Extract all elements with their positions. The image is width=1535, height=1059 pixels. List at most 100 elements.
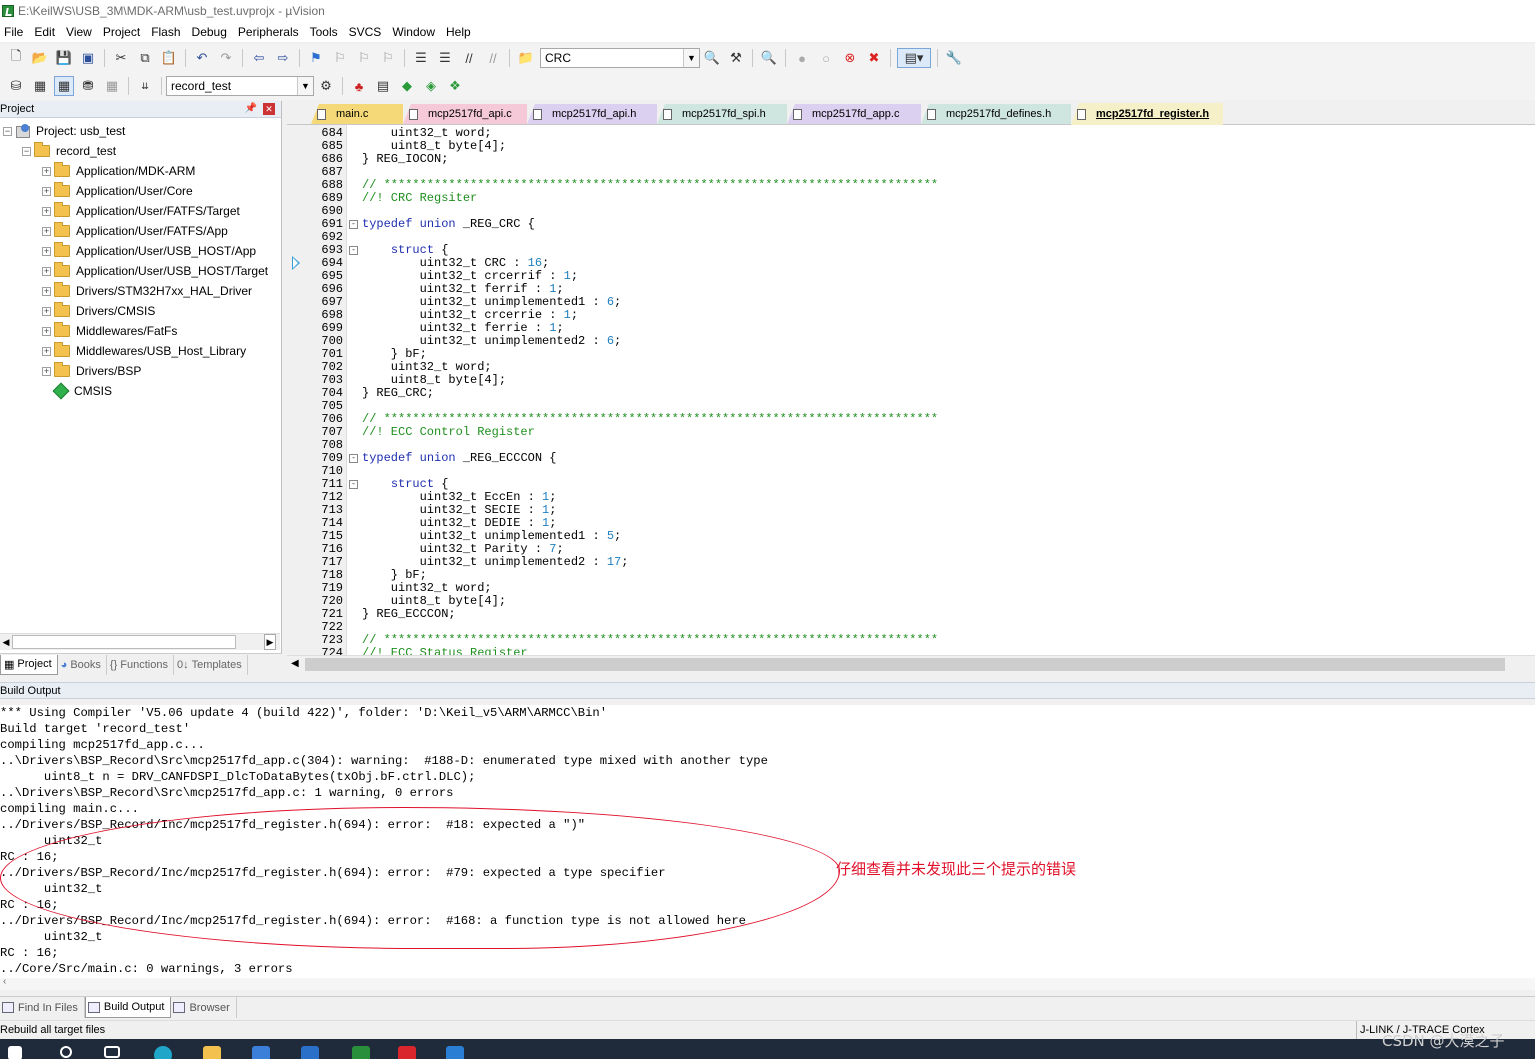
- tree-component-cmsis[interactable]: CMSIS: [0, 381, 281, 401]
- expand-icon[interactable]: +: [42, 246, 51, 256]
- expand-icon[interactable]: +: [42, 266, 51, 276]
- task-view-icon[interactable]: [104, 1046, 120, 1058]
- mail-icon[interactable]: [301, 1046, 319, 1059]
- tree-group[interactable]: + Middlewares/FatFs: [0, 321, 281, 341]
- code-line[interactable]: 709- typedef union _REG_ECCCON {: [287, 452, 1535, 465]
- edge-browser-icon[interactable]: [154, 1046, 172, 1059]
- menu-tools[interactable]: Tools: [306, 25, 345, 39]
- code-line[interactable]: 724 //! ECC Status Register: [287, 647, 1535, 656]
- code-line[interactable]: 703 uint8_t byte[4];: [287, 374, 1535, 387]
- editor-tab[interactable]: mcp2517fd_api.c: [403, 104, 527, 124]
- tab-browser[interactable]: Browser: [171, 997, 237, 1018]
- code-line[interactable]: 704} REG_CRC;: [287, 387, 1535, 400]
- tree-group[interactable]: + Drivers/BSP: [0, 361, 281, 381]
- tree-group[interactable]: + Application/User/FATFS/App: [0, 221, 281, 241]
- menu-view[interactable]: View: [62, 25, 99, 39]
- select-packs-icon[interactable]: ◈: [421, 76, 441, 96]
- fold-toggle-icon[interactable]: -: [349, 454, 358, 463]
- code-line[interactable]: 686} REG_IOCON;: [287, 153, 1535, 166]
- menu-window[interactable]: Window: [388, 25, 442, 39]
- fold-toggle-icon[interactable]: -: [349, 480, 358, 489]
- build-output-line[interactable]: compiling mcp2517fd_app.c...: [0, 737, 205, 753]
- bookmark-icon[interactable]: ⚑: [306, 48, 326, 68]
- vscode-icon[interactable]: [446, 1046, 464, 1059]
- tab-templates[interactable]: 0↓ Templates: [174, 654, 248, 675]
- tree-project-root[interactable]: − Project: usb_test: [0, 121, 281, 141]
- close-icon[interactable]: ✕: [263, 103, 275, 115]
- scroll-left-icon[interactable]: ‹: [3, 976, 6, 987]
- incremental-find-icon[interactable]: ⚒: [726, 48, 746, 68]
- build-output-line[interactable]: ..\Drivers\BSP_Record\Src\mcp2517fd_app.…: [0, 753, 768, 769]
- build-output-line[interactable]: uint8_t n = DRV_CANFDSPI_DlcToDataBytes(…: [0, 769, 476, 785]
- prev-bookmark-icon[interactable]: ⚐: [330, 48, 350, 68]
- tree-target[interactable]: − record_test: [0, 141, 281, 161]
- clear-bookmarks-icon[interactable]: ⚐: [378, 48, 398, 68]
- uvision-taskbar-icon[interactable]: [352, 1046, 370, 1059]
- pin-icon[interactable]: 📌: [245, 103, 257, 114]
- paste-icon[interactable]: 📋: [159, 48, 179, 68]
- build-horizontal-scrollbar[interactable]: ‹: [0, 976, 1535, 990]
- unindent-icon[interactable]: ☰: [435, 48, 455, 68]
- scroll-left-icon[interactable]: ◀: [0, 634, 12, 650]
- translate-icon[interactable]: ⛁: [6, 76, 26, 96]
- download-icon[interactable]: ⇊: [135, 76, 155, 96]
- menu-peripherals[interactable]: Peripherals: [234, 25, 306, 39]
- editor-tab[interactable]: mcp2517fd_app.c: [787, 104, 921, 124]
- find-in-files-icon[interactable]: 📁: [516, 48, 536, 68]
- menu-help[interactable]: Help: [442, 25, 478, 39]
- build-output-panel[interactable]: ../Core/Src/main.c: 0 warnings, 3 errors…: [0, 705, 1535, 990]
- menu-flash[interactable]: Flash: [147, 25, 187, 39]
- menu-edit[interactable]: Edit: [30, 25, 62, 39]
- build-output-line[interactable]: ../Drivers/BSP_Record/Inc/mcp2517fd_regi…: [0, 913, 746, 929]
- tree-group[interactable]: + Application/User/USB_HOST/App: [0, 241, 281, 261]
- expand-icon[interactable]: +: [42, 166, 51, 176]
- run-time-environment-icon[interactable]: ❖: [445, 76, 465, 96]
- expand-icon[interactable]: +: [42, 206, 51, 216]
- scroll-right-icon[interactable]: ▶: [264, 634, 276, 650]
- new-file-icon[interactable]: 🗋: [6, 48, 26, 68]
- tree-group[interactable]: + Application/User/USB_HOST/Target: [0, 261, 281, 281]
- manage-project-items-icon[interactable]: ♣: [349, 76, 369, 96]
- indent-icon[interactable]: ☰: [411, 48, 431, 68]
- code-line[interactable]: 720 uint8_t byte[4];: [287, 595, 1535, 608]
- expand-icon[interactable]: +: [42, 186, 51, 196]
- comment-icon[interactable]: //: [459, 48, 479, 68]
- menu-svcs[interactable]: SVCS: [345, 25, 389, 39]
- chevron-down-icon[interactable]: ▼: [683, 49, 699, 67]
- build-output-line[interactable]: ../Drivers/BSP_Record/Inc/mcp2517fd_regi…: [0, 865, 666, 881]
- build-output-line[interactable]: *** Using Compiler 'V5.06 update 4 (buil…: [0, 705, 607, 721]
- redo-icon[interactable]: ↷: [216, 48, 236, 68]
- code-editor[interactable]: 684 uint32_t word; 685 uint8_t byte[4]; 68…: [287, 125, 1535, 655]
- batch-build-icon[interactable]: ⛃: [78, 76, 98, 96]
- build-output-line[interactable]: uint32_t: [0, 929, 103, 945]
- scroll-left-icon[interactable]: ◀: [291, 658, 299, 669]
- save-all-icon[interactable]: ▣: [78, 48, 98, 68]
- target-options-icon[interactable]: ⚙: [316, 76, 336, 96]
- window-layout-icon[interactable]: ▤▾: [897, 48, 931, 68]
- code-line[interactable]: 691- typedef union _REG_CRC {: [287, 218, 1535, 231]
- tab-find-in-files[interactable]: Find In Files: [0, 997, 85, 1018]
- debug-session-icon[interactable]: 🔍: [759, 48, 779, 68]
- menu-file[interactable]: File: [0, 25, 30, 39]
- build-output-line[interactable]: compiling main.c...: [0, 801, 139, 817]
- code-line[interactable]: 717 uint32_t unimplemented2 : 17;: [287, 556, 1535, 569]
- editor-tab[interactable]: mcp2517fd_register.h: [1071, 103, 1223, 125]
- code-line[interactable]: 685 uint8_t byte[4];: [287, 140, 1535, 153]
- editor-horizontal-scrollbar[interactable]: ◀: [287, 655, 1535, 674]
- expand-icon[interactable]: +: [42, 306, 51, 316]
- navigate-back-icon[interactable]: ⇦: [249, 48, 269, 68]
- expand-icon[interactable]: +: [42, 366, 51, 376]
- code-line[interactable]: 692: [287, 231, 1535, 244]
- search-icon[interactable]: [60, 1046, 72, 1058]
- breakpoint-disable-all-icon[interactable]: ⊗: [840, 48, 860, 68]
- rebuild-icon[interactable]: ▦: [54, 76, 74, 96]
- breakpoint-insert-icon[interactable]: ●: [792, 48, 812, 68]
- stop-build-icon[interactable]: ▦: [102, 76, 122, 96]
- undo-icon[interactable]: ↶: [192, 48, 212, 68]
- expand-icon[interactable]: +: [42, 346, 51, 356]
- tab-books[interactable]: ◕ Books: [58, 654, 107, 675]
- build-output-line[interactable]: uint32_t: [0, 833, 103, 849]
- expand-icon[interactable]: +: [42, 326, 51, 336]
- find-icon[interactable]: 🔍: [702, 48, 722, 68]
- tab-build-output[interactable]: Build Output: [84, 997, 172, 1018]
